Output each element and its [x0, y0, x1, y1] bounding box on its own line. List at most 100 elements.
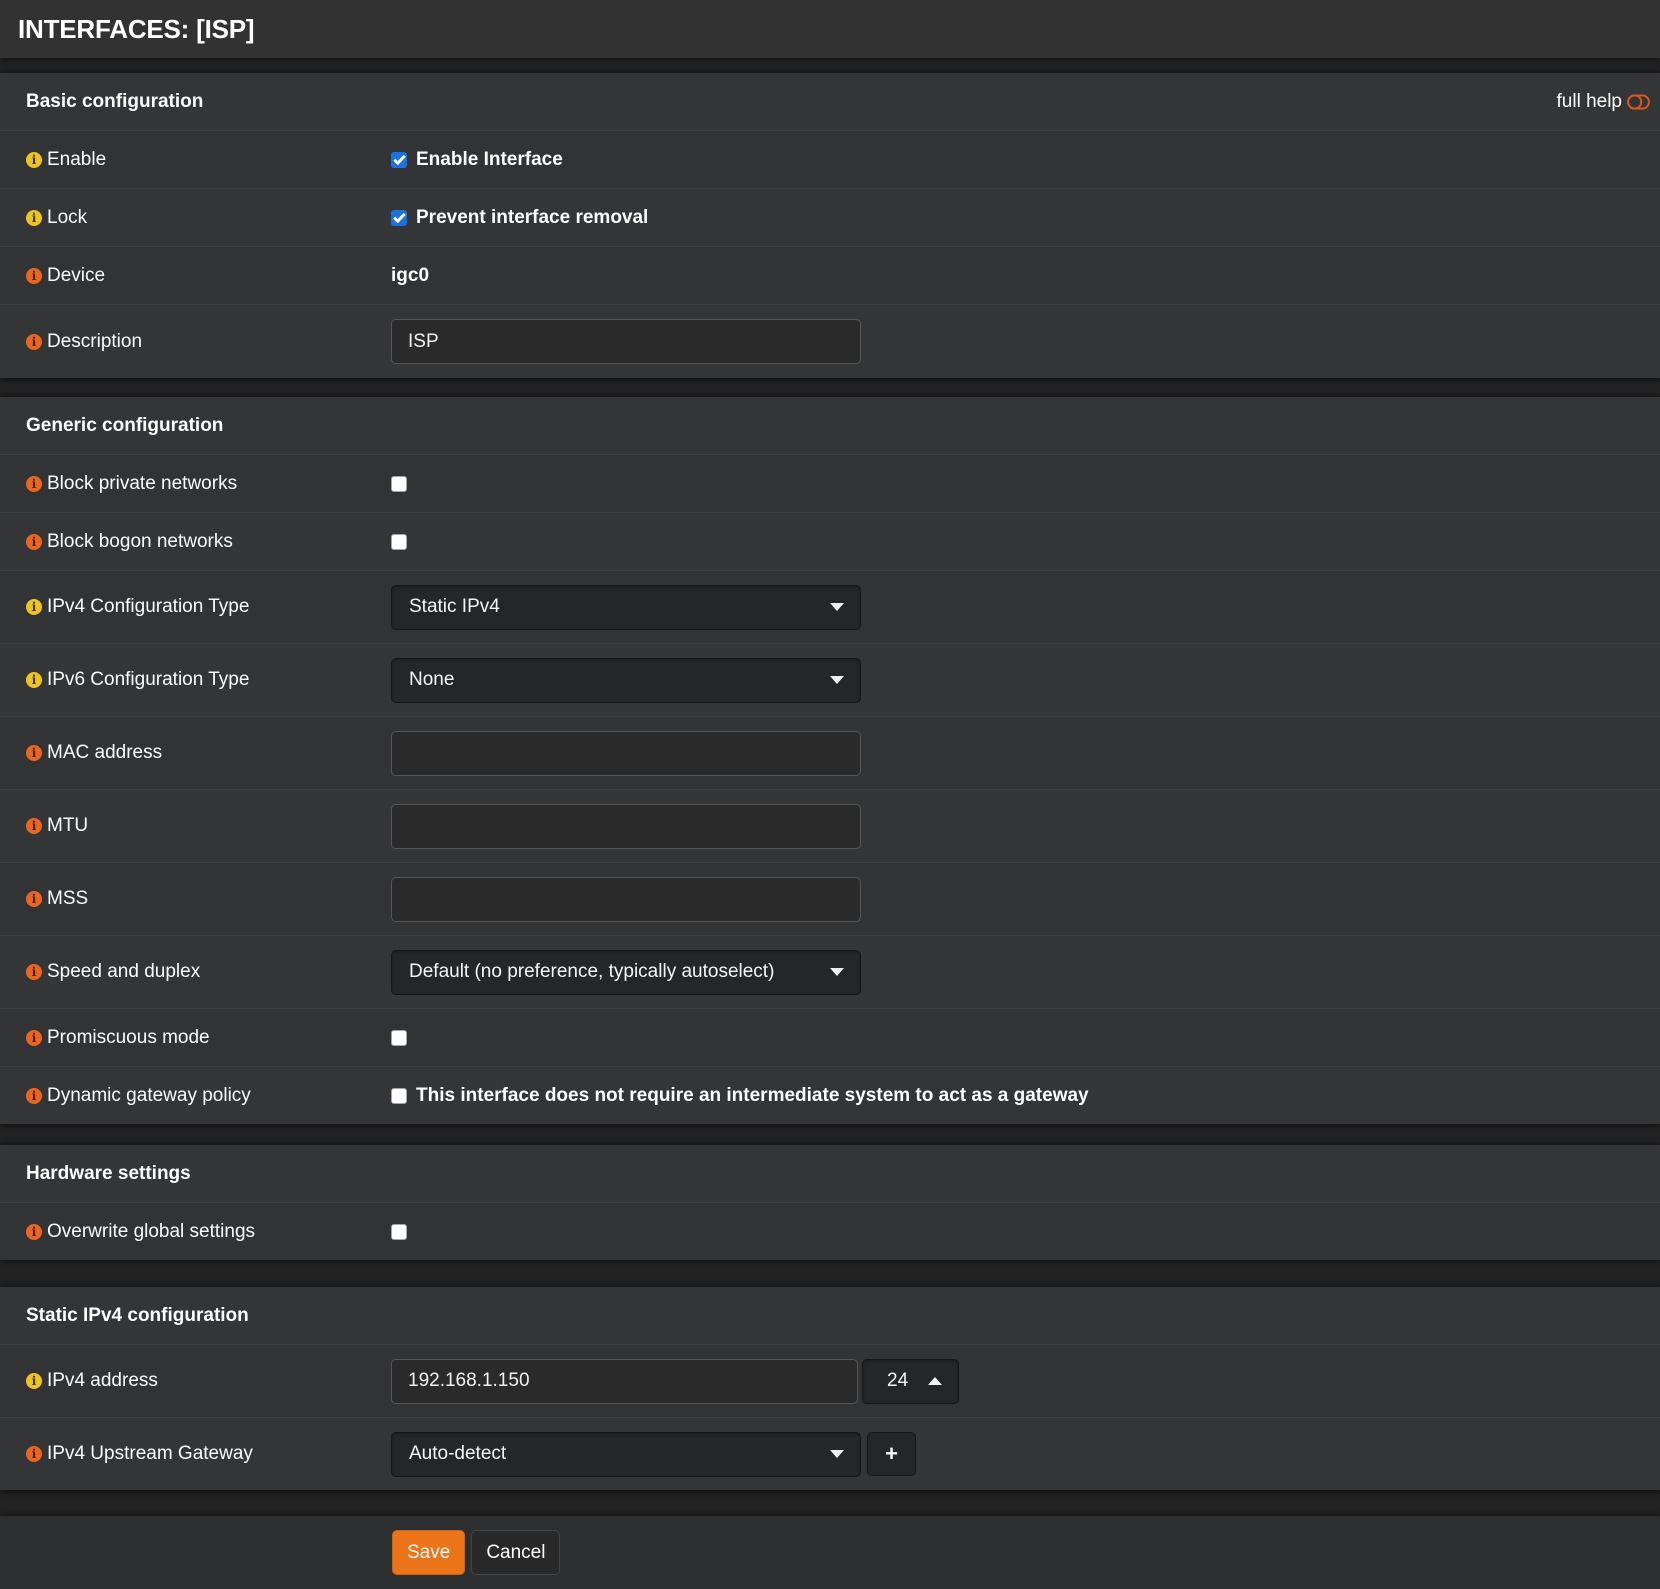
row-label: IPv4 Upstream Gateway [47, 1443, 253, 1465]
input-description[interactable] [391, 319, 861, 364]
footer-gap [0, 1490, 1660, 1516]
section-generic-configuration: Generic configuration i Block private netw… [0, 397, 1660, 1124]
input-mac-address[interactable] [391, 731, 861, 776]
row-label-cell: iMAC address [0, 717, 391, 789]
row-label-cell: iIPv4 address [0, 1345, 391, 1417]
select-ipv4-upstream-gateway[interactable]: Auto-detect [391, 1432, 861, 1477]
info-icon[interactable]: i [26, 210, 42, 226]
form-row-device: i Device igc0 [0, 246, 1660, 304]
row-label: Block bogon networks [47, 531, 233, 553]
form-row-mss: i MSS [0, 862, 1660, 935]
section-heading-row: Basic configurationfull help [0, 73, 1660, 130]
row-control-cell: 24 [391, 1345, 1660, 1417]
info-icon[interactable]: i [26, 152, 42, 168]
row-label: Promiscuous mode [47, 1027, 210, 1049]
form-row-promiscuous-mode: i Promiscuous mode [0, 1008, 1660, 1066]
row-label: MSS [47, 888, 88, 910]
row-label-cell: iOverwrite global settings [0, 1203, 391, 1260]
form-row-description: i Description [0, 304, 1660, 378]
form-row-ipv4-upstream-gateway: i IPv4 Upstream Gateway Auto-detect + [0, 1417, 1660, 1490]
select-ipv6-configuration-type[interactable]: None [391, 658, 861, 703]
section-heading-row: Hardware settings [0, 1145, 1660, 1202]
form-row-enable: i Enable Enable Interface [0, 130, 1660, 188]
info-icon[interactable]: i [26, 891, 42, 907]
form-row-speed-and-duplex: i Speed and duplex Default (no preference,… [0, 935, 1660, 1008]
row-control-cell [391, 513, 1660, 570]
info-icon[interactable]: i [26, 964, 42, 980]
info-icon[interactable]: i [26, 599, 42, 615]
sections: Basic configurationfull help i Enable Enabl… [0, 73, 1660, 1516]
info-icon[interactable]: i [26, 1088, 42, 1104]
cancel-button[interactable]: Cancel [471, 1530, 560, 1575]
row-control-cell: igc0 [391, 247, 1660, 304]
info-icon[interactable]: i [26, 268, 42, 284]
row-label: MTU [47, 815, 88, 837]
page-title: INTERFACES: [ISP] [18, 14, 254, 45]
chevron-down-icon [830, 676, 844, 684]
checkbox-dynamic-gateway-policy[interactable] [391, 1088, 407, 1104]
form-row-block-private-networks: i Block private networks [0, 454, 1660, 512]
info-icon[interactable]: i [26, 672, 42, 688]
info-icon[interactable]: i [26, 1373, 42, 1389]
row-label: Description [47, 331, 142, 353]
section-heading-row: Static IPv4 configuration [0, 1287, 1660, 1344]
checkbox-wrap: Prevent interface removal [391, 207, 648, 229]
row-label: Block private networks [47, 473, 237, 495]
input-mtu[interactable] [391, 804, 861, 849]
select-speed-and-duplex[interactable]: Default (no preference, typically autose… [391, 950, 861, 995]
row-label-cell: i Device [0, 247, 391, 304]
row-label-cell: i Speed and duplex [0, 936, 391, 1008]
checkbox-wrap [391, 534, 407, 550]
row-control-cell: Default (no preference, typically autose… [391, 936, 1660, 1008]
checkbox-lock[interactable] [391, 210, 407, 226]
select-ipv4-configuration-type[interactable]: Static IPv4 [391, 585, 861, 630]
checkbox-wrap: Enable Interface [391, 149, 563, 171]
info-icon[interactable]: i [26, 818, 42, 834]
input-mss[interactable] [391, 877, 861, 922]
checkbox-block-bogon-networks[interactable] [391, 534, 407, 550]
row-label: Device [47, 265, 105, 287]
form-row-ipv4-address: iIPv4 address 24 [0, 1344, 1660, 1417]
row-label: Speed and duplex [47, 961, 200, 983]
row-control-cell: None [391, 644, 1660, 716]
row-label-cell: i Promiscuous mode [0, 1009, 391, 1066]
row-control-cell [391, 717, 1660, 789]
form-row-dynamic-gateway-policy: i Dynamic gateway policy This interface do… [0, 1066, 1660, 1124]
static-value: igc0 [391, 265, 429, 287]
checkbox-promiscuous-mode[interactable] [391, 1030, 407, 1046]
chevron-down-icon [830, 968, 844, 976]
select-value: Static IPv4 [409, 596, 500, 618]
checkbox-block-private-networks[interactable] [391, 476, 407, 492]
row-control-cell [391, 1203, 1660, 1260]
row-label-cell: i MTU [0, 790, 391, 862]
checkbox-enable[interactable] [391, 152, 407, 168]
info-icon[interactable]: i [26, 1224, 42, 1240]
input-ipv4-address[interactable] [391, 1359, 858, 1404]
row-label: IPv4 Configuration Type [47, 596, 249, 618]
row-control-cell: This interface does not require an inter… [391, 1067, 1660, 1124]
save-button[interactable]: Save [392, 1530, 465, 1575]
row-label-cell: i IPv4 Configuration Type [0, 571, 391, 643]
info-icon[interactable]: i [26, 1030, 42, 1046]
row-label: Enable [47, 149, 106, 171]
info-icon[interactable]: i [26, 334, 42, 350]
info-icon[interactable]: i [26, 1446, 42, 1462]
checkbox-wrap [391, 1030, 407, 1046]
checkbox-overwrite-global-settings[interactable] [391, 1224, 407, 1240]
full-help-button[interactable]: full help [1557, 91, 1651, 113]
select-value: Auto-detect [409, 1443, 506, 1465]
header-gap [0, 58, 1660, 73]
section-gap [0, 1124, 1660, 1145]
info-icon[interactable]: i [26, 534, 42, 550]
select-cidr[interactable]: 24 [862, 1359, 959, 1404]
row-label: IPv6 Configuration Type [47, 669, 249, 691]
row-control-cell [391, 1009, 1660, 1066]
toggle-off-icon [1627, 94, 1650, 110]
add-button[interactable]: + [867, 1432, 916, 1476]
info-icon[interactable]: i [26, 745, 42, 761]
row-control-cell [391, 863, 1660, 935]
info-icon[interactable]: i [26, 476, 42, 492]
page-footer: Save Cancel [0, 1516, 1660, 1589]
section-heading-row: Generic configuration [0, 397, 1660, 454]
row-label: Dynamic gateway policy [47, 1085, 251, 1107]
